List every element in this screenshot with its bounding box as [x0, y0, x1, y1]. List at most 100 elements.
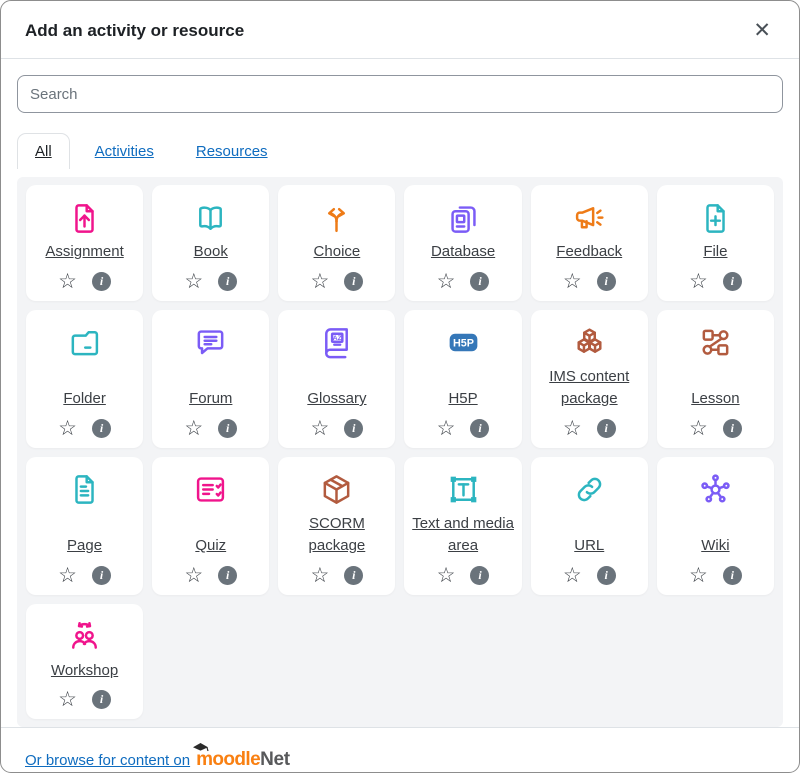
star-favourite-button[interactable]: ☆ [310, 418, 329, 439]
search-input[interactable] [17, 75, 783, 113]
activity-link[interactable]: Book [192, 236, 230, 268]
card-actions: ☆ i [184, 565, 237, 586]
activity-card-lesson[interactable]: Lesson ☆ i [657, 310, 774, 448]
moodlenet-browse-link[interactable]: Or browse for content on [25, 752, 190, 769]
activity-link[interactable]: Assignment [43, 236, 125, 268]
star-favourite-button[interactable]: ☆ [184, 271, 203, 292]
card-actions: ☆ i [437, 271, 490, 292]
h5p-icon: H5P [446, 325, 481, 361]
activity-card-workshop[interactable]: Workshop ☆ i [26, 604, 143, 720]
activity-card-text-and-media-area[interactable]: Text and media area ☆ i [404, 457, 521, 595]
activity-link[interactable]: Wiki [699, 530, 731, 562]
info-button[interactable]: i [344, 419, 363, 438]
star-favourite-button[interactable]: ☆ [58, 271, 77, 292]
ims-content-package-icon [572, 325, 607, 361]
dialog-header: Add an activity or resource ✕ [1, 1, 799, 59]
info-button[interactable]: i [723, 419, 742, 438]
activity-link[interactable]: Text and media area [408, 508, 517, 562]
activity-card-quiz[interactable]: Quiz ☆ i [152, 457, 269, 595]
tab-activities[interactable]: Activities [78, 134, 171, 169]
workshop-icon [67, 619, 102, 655]
star-favourite-button[interactable]: ☆ [563, 271, 582, 292]
choice-icon [319, 200, 354, 236]
activity-card-folder[interactable]: Folder ☆ i [26, 310, 143, 448]
activity-card-forum[interactable]: Forum ☆ i [152, 310, 269, 448]
activity-card-scorm-package[interactable]: SCORM package ☆ i [278, 457, 395, 595]
activity-card-feedback[interactable]: Feedback ☆ i [531, 185, 648, 301]
activity-card-url[interactable]: URL ☆ i [531, 457, 648, 595]
info-button[interactable]: i [92, 566, 111, 585]
info-button[interactable]: i [344, 566, 363, 585]
star-favourite-button[interactable]: ☆ [58, 565, 77, 586]
activity-link[interactable]: Quiz [193, 530, 228, 562]
tab-resources[interactable]: Resources [179, 134, 285, 169]
info-button[interactable]: i [218, 566, 237, 585]
info-button[interactable]: i [470, 419, 489, 438]
star-favourite-button[interactable]: ☆ [184, 565, 203, 586]
star-favourite-button[interactable]: ☆ [563, 565, 582, 586]
star-favourite-button[interactable]: ☆ [437, 271, 456, 292]
activity-card-book[interactable]: Book ☆ i [152, 185, 269, 301]
star-favourite-button[interactable]: ☆ [184, 418, 203, 439]
activity-card-database[interactable]: Database ☆ i [404, 185, 521, 301]
star-favourite-button[interactable]: ☆ [689, 418, 708, 439]
card-actions: ☆ i [184, 271, 237, 292]
info-button[interactable]: i [92, 272, 111, 291]
info-button[interactable]: i [344, 272, 363, 291]
info-button[interactable]: i [597, 566, 616, 585]
activity-link[interactable]: Feedback [554, 236, 624, 268]
activity-link[interactable]: Page [65, 530, 104, 562]
activity-link[interactable]: Folder [61, 383, 108, 415]
svg-text:H5P: H5P [453, 338, 474, 350]
card-actions: ☆ i [184, 418, 237, 439]
star-favourite-button[interactable]: ☆ [58, 418, 77, 439]
scorm-package-icon [319, 472, 354, 508]
star-favourite-button[interactable]: ☆ [689, 271, 708, 292]
activity-link[interactable]: Lesson [689, 383, 741, 415]
activity-card-page[interactable]: Page ☆ i [26, 457, 143, 595]
star-favourite-button[interactable]: ☆ [689, 565, 708, 586]
activity-link[interactable]: Glossary [305, 383, 368, 415]
activity-link[interactable]: SCORM package [282, 508, 391, 562]
info-button[interactable]: i [723, 272, 742, 291]
activity-link[interactable]: Database [429, 236, 497, 268]
activity-link[interactable]: Choice [312, 236, 363, 268]
activity-card-h5p[interactable]: H5P H5P ☆ i [404, 310, 521, 448]
activity-card-assignment[interactable]: Assignment ☆ i [26, 185, 143, 301]
star-favourite-button[interactable]: ☆ [437, 565, 456, 586]
info-button[interactable]: i [470, 272, 489, 291]
moodlenet-logo[interactable]: moodleNet [196, 749, 290, 771]
card-actions: ☆ i [58, 271, 111, 292]
activity-card-wiki[interactable]: Wiki ☆ i [657, 457, 774, 595]
folder-icon [67, 325, 102, 361]
activity-link[interactable]: H5P [446, 383, 479, 415]
activity-link[interactable]: IMS content package [535, 361, 644, 415]
activity-link[interactable]: URL [572, 530, 606, 562]
info-button[interactable]: i [470, 566, 489, 585]
activity-card-glossary[interactable]: AZ Glossary ☆ i [278, 310, 395, 448]
activity-link[interactable]: Forum [187, 383, 234, 415]
info-button[interactable]: i [218, 272, 237, 291]
star-favourite-button[interactable]: ☆ [310, 565, 329, 586]
info-button[interactable]: i [92, 690, 111, 709]
lesson-icon [698, 325, 733, 361]
wiki-icon [698, 472, 733, 508]
info-button[interactable]: i [92, 419, 111, 438]
activity-card-ims-content-package[interactable]: IMS content package ☆ i [531, 310, 648, 448]
info-button[interactable]: i [723, 566, 742, 585]
activity-card-file[interactable]: File ☆ i [657, 185, 774, 301]
info-button[interactable]: i [597, 419, 616, 438]
activity-link[interactable]: File [701, 236, 729, 268]
star-favourite-button[interactable]: ☆ [58, 689, 77, 710]
close-icon[interactable]: ✕ [749, 18, 775, 43]
info-button[interactable]: i [218, 419, 237, 438]
star-favourite-button[interactable]: ☆ [310, 271, 329, 292]
tab-all[interactable]: All [17, 133, 70, 169]
card-actions: ☆ i [58, 418, 111, 439]
info-button[interactable]: i [597, 272, 616, 291]
star-favourite-button[interactable]: ☆ [437, 418, 456, 439]
activity-card-choice[interactable]: Choice ☆ i [278, 185, 395, 301]
star-favourite-button[interactable]: ☆ [563, 418, 582, 439]
activity-link[interactable]: Workshop [49, 655, 120, 687]
card-actions: ☆ i [689, 565, 742, 586]
